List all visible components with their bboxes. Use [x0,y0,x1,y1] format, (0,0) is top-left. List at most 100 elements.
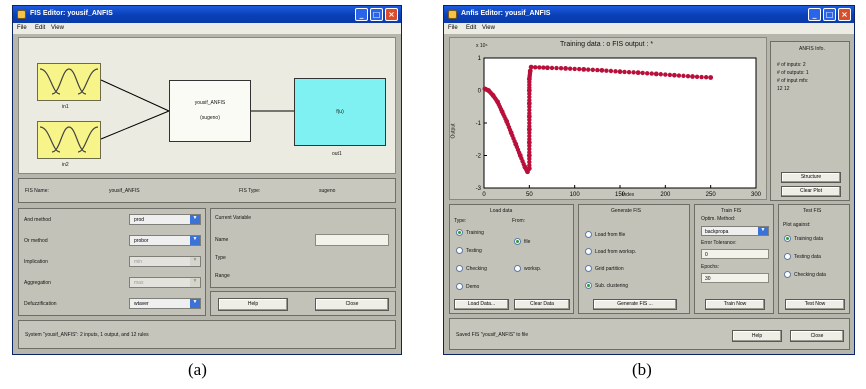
menu-edit[interactable]: Edit [35,25,45,31]
data-point [613,69,618,74]
radio-grid-partition[interactable] [585,265,592,272]
chevron-down-icon: ▼ [190,257,200,266]
radio-load-from-file[interactable] [585,231,592,238]
load-data-button[interactable]: Load Data... [454,299,509,310]
radio-checking[interactable] [456,265,463,272]
test-fis-title: Test FIS [803,208,822,214]
radio-checking-label: Checking [466,266,487,272]
help-button[interactable]: Help [732,330,782,342]
data-point [645,71,650,76]
membership-function-icon [39,68,99,95]
chevron-down-icon: ▼ [190,236,200,245]
close-button[interactable]: Close [790,330,844,342]
x-tick-label: 150 [615,192,626,198]
data-point [658,72,663,77]
generate-fis-button[interactable]: Generate FIS ... [593,299,677,310]
aggregation-select: max ▼ [129,277,201,288]
status-text: System "yousif_ANFIS": 2 inputs, 1 outpu… [25,332,149,338]
x-tick-label: 250 [706,192,717,198]
window-title: FIS Editor: yousif_ANFIS [30,10,113,17]
defuzzification-select[interactable]: wtaver ▼ [129,298,201,309]
radio-training-data[interactable] [784,235,791,242]
clear-plot-button[interactable]: Clear Plot [781,186,841,197]
anfis-info-panel: ANFIS Info. # of inputs: 2 # of outputs:… [770,41,850,201]
data-point [626,69,632,75]
radio-training[interactable] [456,229,463,236]
structure-button[interactable]: Structure [781,172,841,183]
minimize-icon[interactable]: _ [808,8,821,21]
data-point [599,67,605,73]
data-point [528,64,534,70]
radio-testing[interactable] [456,247,463,254]
chevron-down-icon: ▼ [758,227,768,235]
method-label-or: Or method [24,238,48,244]
data-point [577,66,582,72]
data-point [699,74,704,80]
radio-load-from-worksp[interactable] [585,248,592,255]
radio-demo[interactable] [456,283,463,290]
menu-view[interactable]: View [51,25,64,31]
close-icon[interactable]: × [385,8,398,21]
data-point [558,66,564,71]
anfis-editor-titlebar[interactable]: Anfis Editor: yousif_ANFIS _ □ × [444,6,854,23]
current-variable-panel: Current Variable Name Type Range [210,208,396,288]
defuzzification-value: wtaver [134,301,149,307]
radio-sub-clustering[interactable] [585,282,592,289]
help-button[interactable]: Help [218,298,288,311]
implication-select: min ▼ [129,256,201,267]
close-button[interactable]: Close [315,298,389,311]
error-tolerance-label: Error Tolerance: [701,240,737,246]
optim-method-value: backpropa [705,229,729,235]
info-line-3: # of input mfs: [777,78,809,84]
and-method-select[interactable]: prod ▼ [129,214,201,225]
caption-b: (b) [632,360,652,379]
error-tolerance-input[interactable]: 0 [701,249,769,259]
system-block[interactable]: yousif_ANFIS (sugeno) [169,80,251,142]
train-now-button[interactable]: Train Now [705,299,765,310]
data-point [685,74,691,79]
maximize-icon[interactable]: □ [370,8,383,21]
current-variable-title: Current Variable [215,215,252,221]
optim-method-select[interactable]: backpropa ▼ [701,226,769,236]
close-icon[interactable]: × [838,8,851,21]
plot-against-label: Plot against: [783,222,811,228]
fis-editor-titlebar[interactable]: FIS Editor: yousif_ANFIS _ □ × [13,6,401,23]
radio-load-from-worksp-label: Load from worksp. [595,249,637,255]
test-fis-panel: Test FIS Plot against: Training data Tes… [778,204,850,314]
matlab-app-icon [448,10,457,19]
minimize-icon[interactable]: _ [355,8,368,21]
epochs-input[interactable]: 30 [701,273,769,283]
clear-data-button[interactable]: Clear Data [514,299,570,310]
input-mf-block-in1[interactable] [37,63,101,101]
radio-demo-label: Demo [466,284,480,290]
matlab-app-icon [17,10,26,19]
implication-value: min [134,259,143,265]
radio-testing-data[interactable] [784,253,791,260]
input-mf-block-in2[interactable] [37,121,101,159]
maximize-icon[interactable]: □ [823,8,836,21]
y-tick-label: -2 [476,154,482,160]
variable-name-label: Name [215,237,229,243]
x-tick-label: 0 [482,192,486,198]
data-point [631,70,636,75]
menu-file[interactable]: File [448,25,458,31]
menu-file[interactable]: File [17,25,27,31]
menu-view[interactable]: View [482,25,495,31]
test-now-button[interactable]: Test Now [785,299,845,310]
optim-method-label: Optim. Method: [701,216,736,222]
menu-edit[interactable]: Edit [466,25,476,31]
data-point [533,65,538,70]
caption-a: (a) [188,360,207,379]
radio-testing-label: Testing [466,248,482,254]
data-point [581,66,587,72]
epochs-label: Epochs: [701,264,720,270]
data-point [537,65,542,70]
radio-worksp[interactable] [514,265,521,272]
radio-checking-data[interactable] [784,271,791,278]
fis-name-label: FIS Name: [25,188,49,194]
radio-testing-data-label: Testing data [794,254,821,260]
radio-file[interactable] [514,238,521,245]
variable-name-field[interactable] [315,234,389,246]
output-block[interactable]: f(u) [294,78,386,146]
or-method-select[interactable]: probor ▼ [129,235,201,246]
